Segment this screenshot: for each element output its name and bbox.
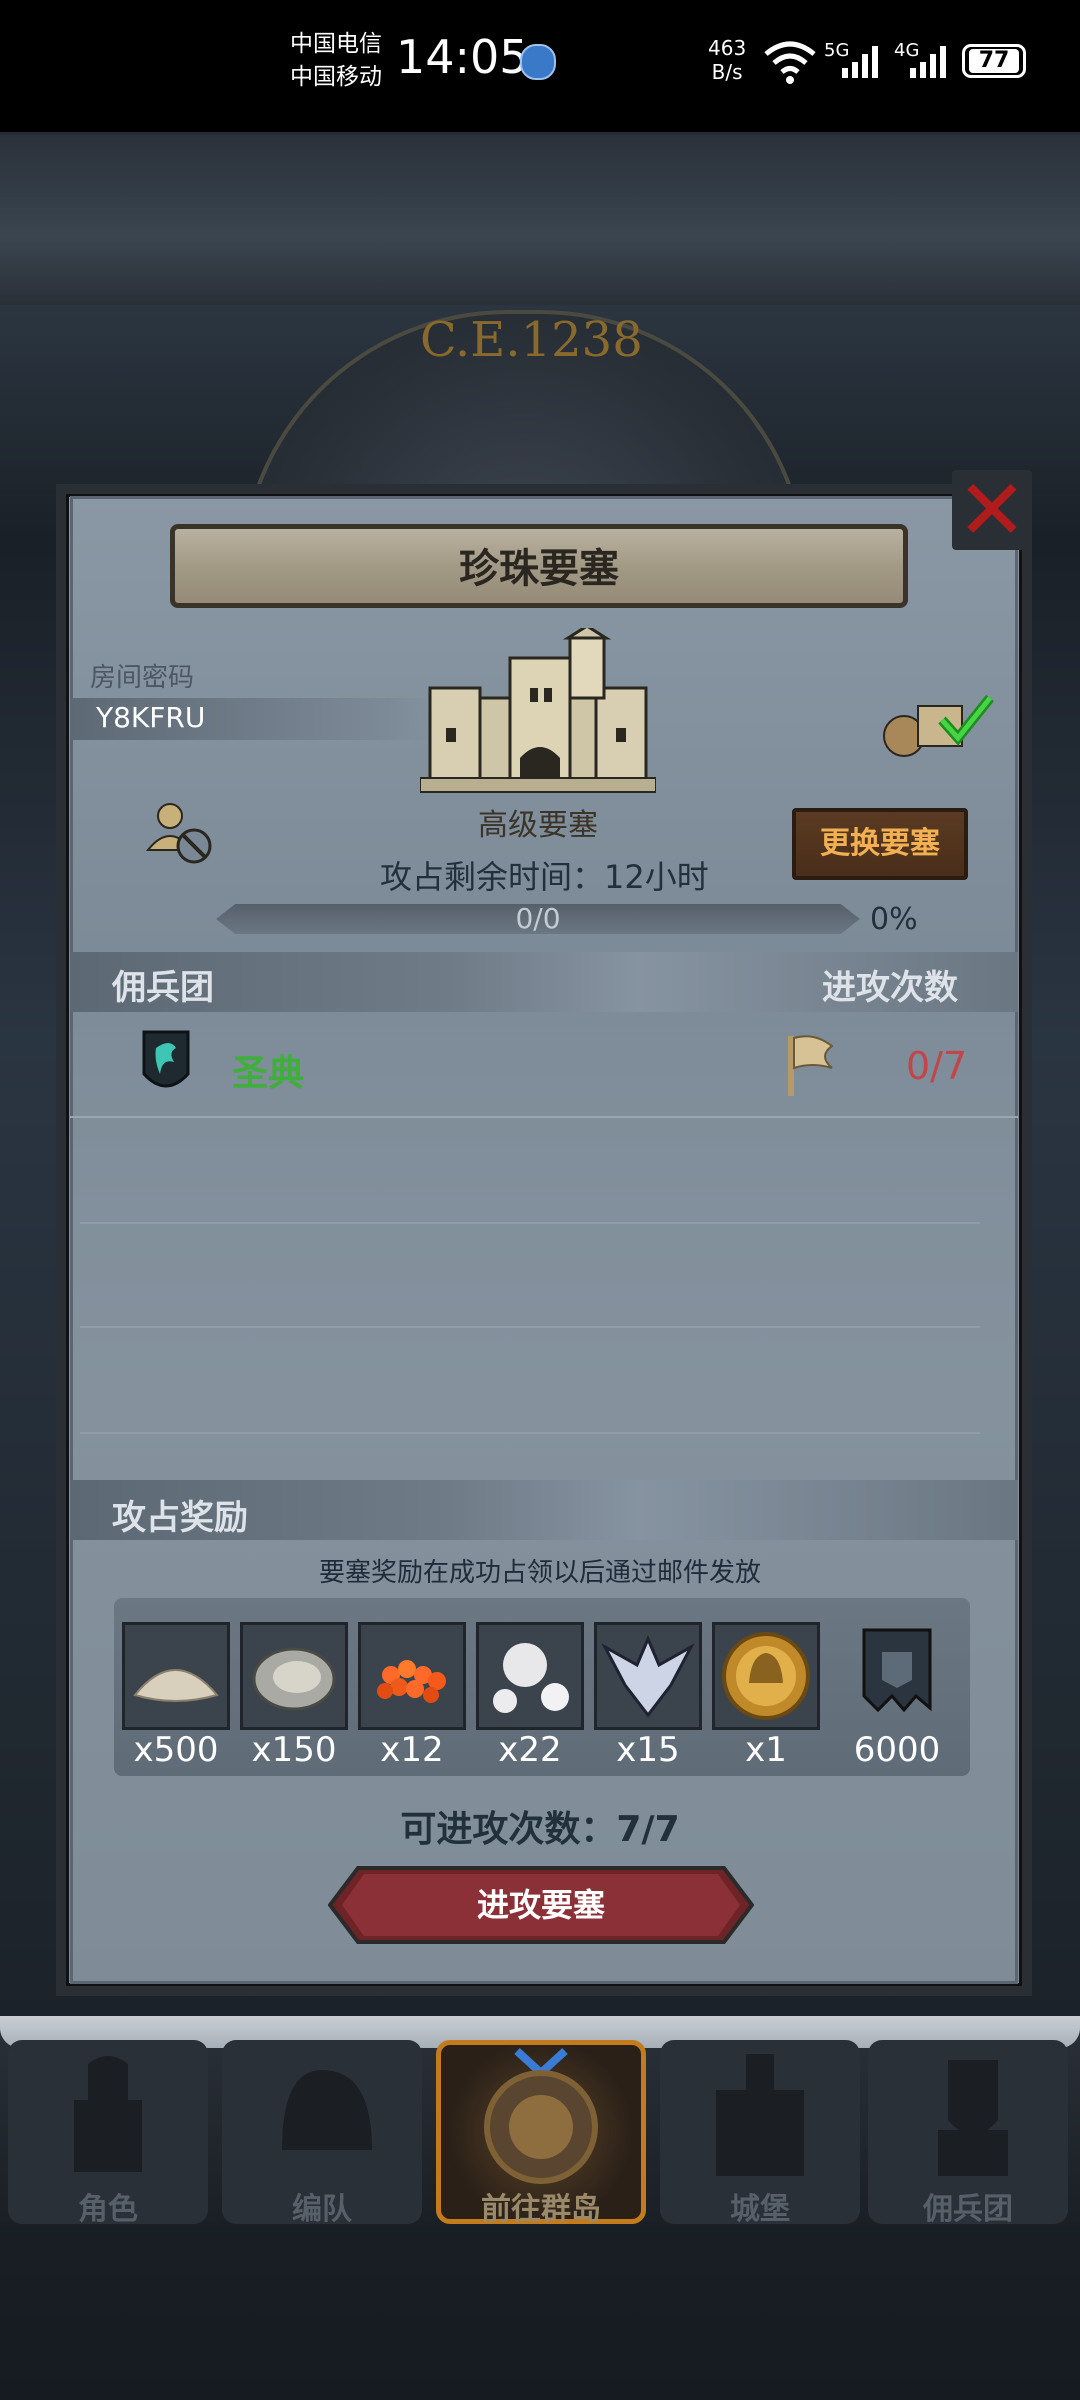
room-password-label: 房间密码	[90, 663, 195, 693]
supply-bag-checked-icon[interactable]	[878, 690, 998, 760]
reward-qty: x15	[616, 1730, 680, 1770]
panel-title: 珍珠要塞	[459, 546, 619, 592]
knight-icon	[74, 2056, 142, 2172]
top-banner	[0, 135, 1080, 305]
knight-coin-icon	[722, 1632, 810, 1720]
era-label: C.E.1238	[420, 312, 643, 368]
reward-item[interactable]	[476, 1622, 584, 1730]
winged-emblem-icon	[601, 1635, 695, 1718]
attack-times: 可进攻次数：7/7	[400, 1809, 680, 1850]
reward-qty: x12	[380, 1730, 444, 1770]
wifi-icon	[764, 41, 816, 84]
reward-item[interactable]	[594, 1622, 702, 1730]
fortress-icon	[420, 628, 656, 793]
net-speed-unit: B/s	[711, 60, 743, 84]
reward-item[interactable]	[846, 1622, 954, 1730]
reward-item[interactable]	[240, 1622, 348, 1730]
net-speed-value: 463	[708, 36, 747, 60]
guild-section-label: 佣兵团	[112, 968, 214, 1008]
banner-icon	[862, 1628, 932, 1713]
guild-row[interactable]	[70, 1010, 1018, 1118]
nav-label: 编队	[292, 2192, 352, 2227]
empty-row-divider	[80, 1432, 980, 1434]
oyster-icon	[252, 1647, 336, 1711]
signal-1-icon	[842, 46, 878, 78]
reward-item[interactable]	[712, 1622, 820, 1730]
reward-qty: x150	[251, 1730, 337, 1770]
nav-label: 角色	[78, 2192, 138, 2227]
signal-2-icon	[910, 46, 946, 78]
reward-item[interactable]	[122, 1622, 230, 1730]
attack-fortress-label: 进攻要塞	[476, 1886, 605, 1924]
reward-qty: x1	[745, 1730, 787, 1770]
change-fortress-label: 更换要塞	[820, 826, 940, 861]
room-password-value[interactable]: Y8KFRU	[96, 701, 205, 734]
reward-qty: x500	[133, 1730, 219, 1770]
guild-name: 圣典	[232, 1053, 305, 1094]
reward-item[interactable]	[358, 1622, 466, 1730]
remaining-time: 攻占剩余时间：12小时	[380, 858, 709, 896]
close-button[interactable]: ✕	[952, 461, 1032, 559]
empty-row-divider	[80, 1326, 980, 1328]
reward-section-label: 攻占奖励	[112, 1498, 248, 1538]
castle-icon	[716, 2054, 804, 2176]
reward-qty: x22	[498, 1730, 562, 1770]
capture-progress-text: 0/0	[515, 902, 561, 935]
location-badge-icon	[520, 44, 556, 80]
no-visitors-icon[interactable]	[144, 798, 216, 868]
compass-icon	[484, 2048, 598, 2184]
status-time: 14:05	[396, 30, 529, 84]
battery-icon: 77	[962, 44, 1026, 78]
nav-label: 城堡	[730, 2192, 790, 2227]
nav-label: 前往群岛	[481, 2192, 601, 2227]
carrier-1: 中国电信	[290, 31, 382, 57]
reward-qty: 6000	[853, 1730, 941, 1770]
carrier-2: 中国移动	[290, 64, 382, 90]
fortress-level: 高级要塞	[478, 808, 598, 843]
guild-emblem-icon	[142, 1030, 190, 1088]
carrier-names: 中国电信 中国移动	[290, 28, 382, 94]
capture-progress-percent: 0%	[870, 902, 918, 937]
helmet-icon	[282, 2070, 372, 2150]
fish-roe-icon	[377, 1660, 446, 1703]
guild-attack-count: 0/7	[906, 1044, 968, 1088]
attack-count-header: 进攻次数	[822, 968, 958, 1008]
pearls-icon	[493, 1643, 569, 1713]
reward-note: 要塞奖励在成功占领以后通过邮件发放	[318, 1558, 761, 1588]
empty-row-divider	[80, 1222, 980, 1224]
close-icon: ✕	[956, 461, 1028, 559]
flag-icon	[788, 1035, 834, 1096]
sand-pile-icon	[133, 1669, 219, 1702]
nav-label: 佣兵团	[923, 2192, 1013, 2227]
battery-level: 77	[969, 49, 1019, 73]
mercenary-icon	[938, 2060, 1008, 2176]
network-speed: 463 B/s	[708, 36, 746, 84]
change-fortress-button[interactable]: 更换要塞	[792, 808, 968, 880]
